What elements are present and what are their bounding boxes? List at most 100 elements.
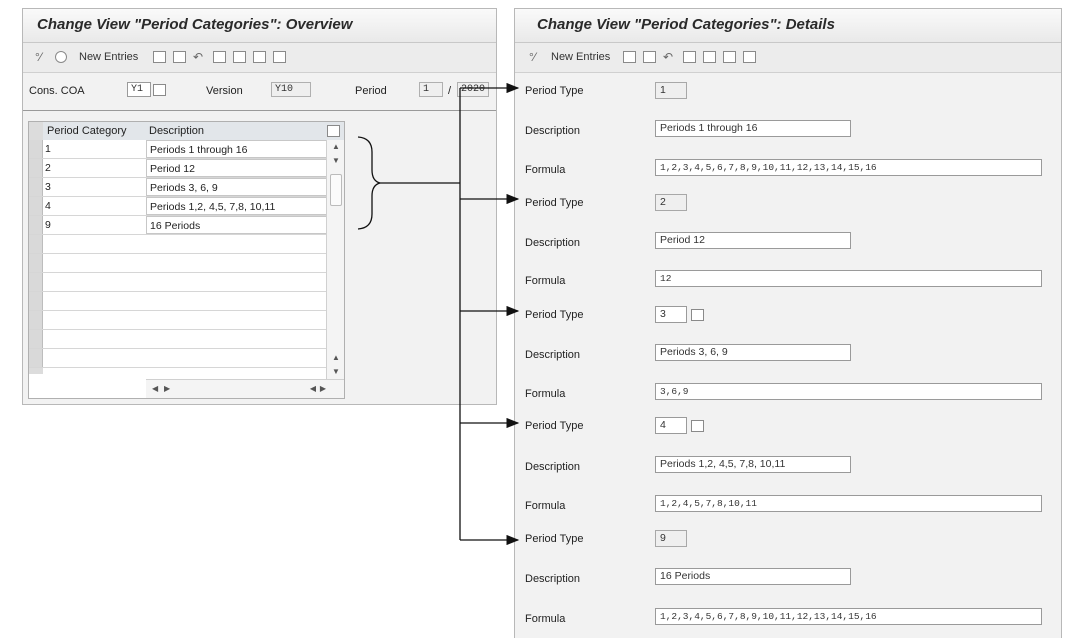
period-label: Period xyxy=(355,85,387,97)
empty-row[interactable] xyxy=(29,330,344,349)
empty-row[interactable] xyxy=(29,254,344,273)
formula-field[interactable]: 12 xyxy=(655,270,1042,287)
overview-toolbar: °⁄ New Entries ↶ xyxy=(23,43,496,73)
formula-label: Formula xyxy=(525,275,566,287)
row-selector[interactable] xyxy=(29,292,43,310)
formula-field[interactable]: 1,2,3,4,5,6,7,8,9,10,11,12,13,14,15,16 xyxy=(655,608,1042,625)
description-field[interactable]: Period 12 xyxy=(655,232,851,249)
info-icon[interactable] xyxy=(743,50,756,64)
row-selector[interactable] xyxy=(29,273,43,291)
formula-label: Formula xyxy=(525,500,566,512)
cons-coa-field[interactable]: Y1 xyxy=(127,82,151,97)
row-selector[interactable] xyxy=(29,140,43,158)
description-label: Description xyxy=(525,461,581,473)
value-help-icon[interactable] xyxy=(691,420,704,432)
variable-list-icon[interactable] xyxy=(723,50,736,64)
value-help-icon[interactable] xyxy=(691,309,704,321)
table-row[interactable]: 9 16 Periods xyxy=(29,216,344,235)
table-row[interactable]: 3 Periods 3, 6, 9 xyxy=(29,178,344,197)
overview-header-fields: Cons. COA Y1 Version Y10 Period 1 / 2020 xyxy=(23,80,496,104)
delete-icon[interactable] xyxy=(643,50,656,64)
vertical-scrollbar[interactable]: ▲ ▼ ▲ ▼ xyxy=(326,140,344,380)
previous-entry-icon[interactable] xyxy=(683,50,696,64)
description-field[interactable]: Periods 1 through 16 xyxy=(655,120,851,137)
table-settings-icon[interactable] xyxy=(327,125,340,137)
glasses-icon[interactable]: °⁄ xyxy=(529,50,543,64)
row-selector[interactable] xyxy=(29,254,43,272)
row-selector[interactable] xyxy=(29,178,43,196)
table-row[interactable]: 2 Period 12 xyxy=(29,159,344,178)
table-row[interactable]: 1 Periods 1 through 16 xyxy=(29,140,344,159)
period-type-label: Period Type xyxy=(525,197,584,209)
row-selector[interactable] xyxy=(29,349,43,367)
row-selector[interactable] xyxy=(29,159,43,177)
period-type-field[interactable]: 3 xyxy=(655,306,687,323)
empty-row[interactable] xyxy=(29,292,344,311)
scroll-left-icon[interactable]: ◀ xyxy=(152,384,158,393)
scroll-down-icon[interactable]: ▼ xyxy=(332,367,340,376)
horizontal-scrollbar[interactable]: ◀ ▶ ◀ ▶ xyxy=(146,379,344,398)
new-entries-button[interactable]: New Entries xyxy=(79,50,138,64)
description-field[interactable]: Periods 3, 6, 9 xyxy=(655,344,851,361)
row-selector[interactable] xyxy=(29,216,43,234)
glasses-icon[interactable]: °⁄ xyxy=(35,50,49,64)
table-header: Period Category Description xyxy=(29,122,344,141)
description-label: Description xyxy=(525,125,581,137)
scroll-down-icon[interactable]: ▼ xyxy=(332,156,340,165)
empty-row[interactable] xyxy=(29,235,344,254)
description-cell[interactable]: Periods 1 through 16 xyxy=(146,140,327,158)
scroll-up-icon[interactable]: ▲ xyxy=(332,353,340,362)
description-field[interactable]: 16 Periods xyxy=(655,568,851,585)
description-cell[interactable]: Periods 1,2, 4,5, 7,8, 10,11 xyxy=(146,197,327,215)
scroll-left-icon[interactable]: ◀ xyxy=(310,384,316,393)
description-cell[interactable]: Periods 3, 6, 9 xyxy=(146,178,327,196)
scroll-up-icon[interactable]: ▲ xyxy=(332,142,340,151)
scroll-right-icon[interactable]: ▶ xyxy=(164,384,170,393)
description-cell[interactable]: 16 Periods xyxy=(146,216,327,234)
display-icon[interactable] xyxy=(55,50,67,64)
row-selector[interactable] xyxy=(29,235,43,253)
overview-title: Change View "Period Categories": Overvie… xyxy=(37,16,353,33)
block-icon[interactable] xyxy=(253,50,266,64)
period-category-table: Period Category Description 1 Periods 1 … xyxy=(28,121,345,399)
undo-icon[interactable]: ↶ xyxy=(193,50,207,64)
scroll-thumb[interactable] xyxy=(330,174,342,206)
period-type-field: 1 xyxy=(655,82,687,99)
formula-field[interactable]: 1,2,3,4,5,6,7,8,9,10,11,12,13,14,15,16 xyxy=(655,159,1042,176)
row-selector[interactable] xyxy=(29,197,43,215)
table-row[interactable]: 4 Periods 1,2, 4,5, 7,8, 10,11 xyxy=(29,197,344,216)
description-cell[interactable]: Period 12 xyxy=(146,159,327,177)
empty-row[interactable] xyxy=(29,311,344,330)
cons-coa-label: Cons. COA xyxy=(29,85,85,97)
value-help-icon[interactable] xyxy=(153,84,166,96)
copy-icon[interactable] xyxy=(623,50,636,64)
info-icon[interactable] xyxy=(273,50,286,64)
row-selector[interactable] xyxy=(29,330,43,348)
period-type-field[interactable]: 4 xyxy=(655,417,687,434)
description-field[interactable]: Periods 1,2, 4,5, 7,8, 10,11 xyxy=(655,456,851,473)
delete-icon[interactable] xyxy=(173,50,186,64)
column-header-description[interactable]: Description xyxy=(149,125,204,137)
undo-icon[interactable]: ↶ xyxy=(663,50,677,64)
empty-row[interactable] xyxy=(29,273,344,292)
details-window: Change View "Period Categories": Details… xyxy=(514,8,1062,638)
select-all-icon[interactable] xyxy=(213,50,226,64)
scroll-right-icon[interactable]: ▶ xyxy=(320,384,326,393)
year-field: 2020 xyxy=(457,82,489,97)
period-type-label: Period Type xyxy=(525,533,584,545)
version-field: Y10 xyxy=(271,82,311,97)
details-title-bar: Change View "Period Categories": Details xyxy=(515,9,1061,43)
empty-row[interactable] xyxy=(29,349,344,368)
column-header-period-category[interactable]: Period Category xyxy=(47,125,127,137)
new-entries-button[interactable]: New Entries xyxy=(551,50,610,64)
period-type-field: 2 xyxy=(655,194,687,211)
period-field: 1 xyxy=(419,82,443,97)
next-entry-icon[interactable] xyxy=(703,50,716,64)
deselect-icon[interactable] xyxy=(233,50,246,64)
period-type-label: Period Type xyxy=(525,309,584,321)
row-selector[interactable] xyxy=(29,311,43,329)
formula-label: Formula xyxy=(525,388,566,400)
copy-icon[interactable] xyxy=(153,50,166,64)
formula-field[interactable]: 3,6,9 xyxy=(655,383,1042,400)
formula-field[interactable]: 1,2,4,5,7,8,10,11 xyxy=(655,495,1042,512)
